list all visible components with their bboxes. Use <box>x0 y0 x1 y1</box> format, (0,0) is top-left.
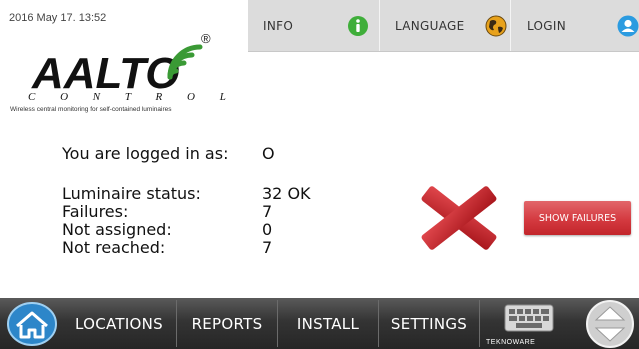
not-reached-label: Not reached: <box>62 238 166 257</box>
keyboard-button[interactable] <box>480 298 580 339</box>
datetime: 2016 May 17. 13:52 <box>9 12 107 24</box>
not-assigned-value: 0 <box>262 220 273 239</box>
keyboard-icon <box>504 304 554 332</box>
failures-value: 7 <box>262 202 273 221</box>
registered-mark: ® <box>201 31 211 46</box>
reports-button[interactable]: REPORTS <box>177 298 277 349</box>
not-reached-value: 7 <box>262 238 273 257</box>
logged-in-label: You are logged in as: <box>62 144 229 163</box>
login-label: LOGIN <box>527 18 567 33</box>
failures-label: Failures: <box>62 202 129 221</box>
info-label: INFO <box>263 18 294 33</box>
up-down-arrows-icon <box>586 300 634 348</box>
install-button[interactable]: INSTALL <box>278 298 378 349</box>
info-icon <box>348 16 368 36</box>
red-x-icon <box>421 186 497 250</box>
locations-button[interactable]: LOCATIONS <box>62 298 176 349</box>
settings-button[interactable]: SETTINGS <box>379 298 479 349</box>
user-icon <box>617 15 639 37</box>
tagline: Wireless central monitoring for self-con… <box>10 106 172 113</box>
logged-in-value: O <box>262 144 275 163</box>
language-button[interactable]: LANGUAGE <box>380 0 510 51</box>
login-button[interactable]: LOGIN <box>511 0 639 51</box>
home-button[interactable] <box>0 298 62 349</box>
luminaire-status-label: Luminaire status: <box>62 184 201 203</box>
language-label: LANGUAGE <box>395 18 465 33</box>
globe-icon <box>485 15 507 37</box>
show-failures-button[interactable]: SHOW FAILURES <box>524 201 631 235</box>
home-icon <box>7 302 57 346</box>
info-button[interactable]: INFO <box>248 0 379 51</box>
logo-sub: C O N T R O L <box>28 91 237 103</box>
luminaire-status-value: 32 OK <box>262 184 311 203</box>
not-assigned-label: Not assigned: <box>62 220 172 239</box>
teknoware-brand: TEKNOWARE <box>486 339 536 346</box>
scroll-button[interactable] <box>582 298 639 349</box>
